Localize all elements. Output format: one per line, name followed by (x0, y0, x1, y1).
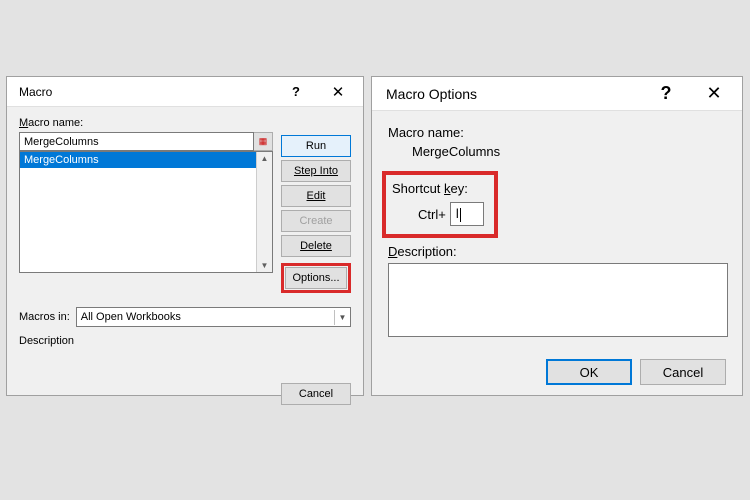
options-cancel-button[interactable]: Cancel (640, 359, 726, 385)
macro-dialog-body: Macro name: ▦ MergeColumns ▲ ▼ Run Step … (7, 107, 363, 415)
scroll-up-icon[interactable]: ▲ (261, 152, 269, 165)
macro-list[interactable]: MergeColumns ▲ ▼ (19, 151, 273, 273)
macro-dialog: Macro ? ✕ Macro name: ▦ MergeColumns ▲ ▼ (6, 76, 364, 396)
step-into-button[interactable]: Step Into (281, 160, 351, 182)
ok-button[interactable]: OK (546, 359, 632, 385)
options-close-button[interactable]: ✕ (690, 78, 738, 110)
macro-name-picker-icon[interactable]: ▦ (254, 132, 273, 151)
create-button: Create (281, 210, 351, 232)
macro-title-bar: Macro ? ✕ (7, 77, 363, 107)
options-description-textarea[interactable] (388, 263, 728, 337)
ctrl-plus-label: Ctrl+ (418, 207, 446, 222)
macro-options-dialog: Macro Options ? ✕ Macro name: MergeColum… (371, 76, 743, 396)
options-button[interactable]: Options... (285, 267, 347, 289)
macro-name-input[interactable] (19, 132, 254, 151)
macro-description-label: Description (19, 335, 351, 347)
options-help-button[interactable]: ? (642, 78, 690, 110)
macro-name-label: Macro name: (19, 117, 273, 129)
help-button[interactable]: ? (275, 78, 317, 106)
close-button[interactable]: ✕ (317, 78, 359, 106)
macros-in-select[interactable]: All Open Workbooks ▼ (76, 307, 351, 327)
macros-in-label: Macros in: (19, 311, 70, 323)
shortcut-key-label: Shortcut key: (392, 181, 484, 196)
options-title-bar: Macro Options ? ✕ (372, 77, 742, 111)
shortcut-highlight-box: Shortcut key: Ctrl+ l (382, 171, 498, 238)
options-dialog-title: Macro Options (376, 86, 642, 102)
scroll-down-icon[interactable]: ▼ (261, 259, 269, 272)
macros-in-value: All Open Workbooks (81, 311, 181, 323)
options-description-label: Description: (388, 244, 726, 259)
macro-list-scrollbar[interactable]: ▲ ▼ (256, 152, 272, 272)
macro-cancel-button[interactable]: Cancel (281, 383, 351, 405)
shortcut-key-input[interactable]: l (450, 202, 484, 226)
chevron-down-icon[interactable]: ▼ (334, 310, 350, 325)
options-macro-name-value: MergeColumns (412, 144, 726, 159)
options-highlight-box: Options... (281, 263, 351, 293)
options-macro-name-label: Macro name: (388, 125, 726, 140)
macro-button-column: Run Step Into Edit Create Delete Options… (281, 117, 351, 293)
edit-button[interactable]: Edit (281, 185, 351, 207)
macro-dialog-title: Macro (11, 85, 275, 99)
options-dialog-body: Macro name: MergeColumns Shortcut key: C… (372, 111, 742, 399)
delete-button[interactable]: Delete (281, 235, 351, 257)
macro-list-item[interactable]: MergeColumns (20, 152, 272, 168)
run-button[interactable]: Run (281, 135, 351, 157)
